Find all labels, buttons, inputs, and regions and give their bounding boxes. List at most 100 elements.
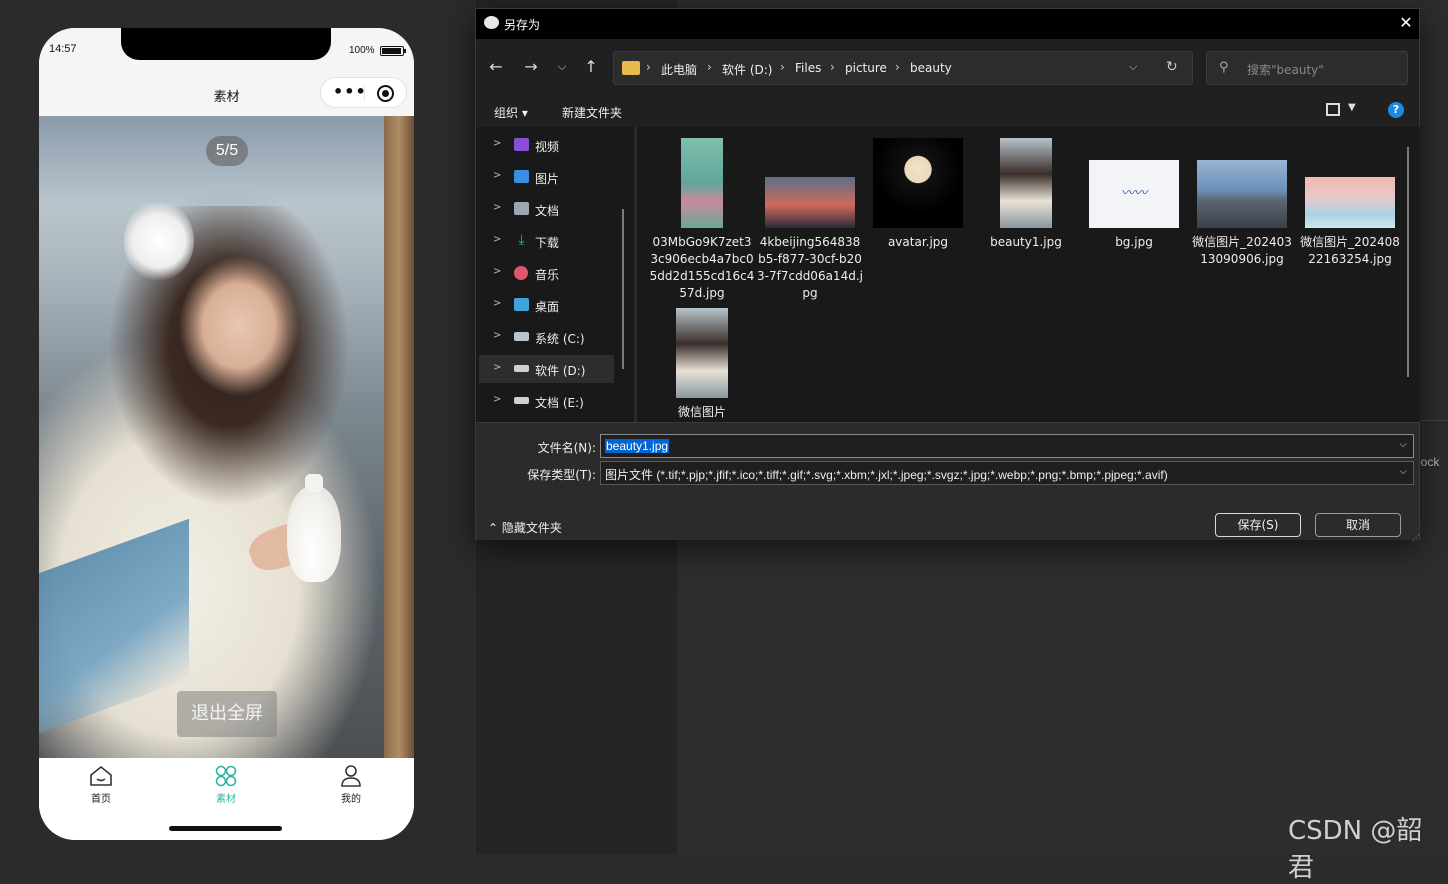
save-button[interactable]: 保存(S) — [1215, 513, 1301, 537]
tree-item-music[interactable]: > 音乐 — [479, 259, 614, 287]
breadcrumb-this-pc[interactable]: 此电脑 — [661, 61, 697, 78]
photo-pillar — [384, 116, 414, 758]
filetype-dropdown-icon[interactable]: ⌵ — [1399, 466, 1407, 477]
help-icon[interactable]: ? — [1388, 102, 1404, 118]
exit-fullscreen-button[interactable]: 退出全屏 — [177, 691, 277, 737]
filename-value[interactable]: beauty1.jpg — [605, 439, 670, 453]
new-folder-button[interactable]: 新建文件夹 — [562, 104, 622, 121]
grid-icon — [215, 765, 237, 787]
file-thumbnail — [1000, 138, 1052, 228]
tree-item-documents[interactable]: > 文档 — [479, 195, 614, 223]
view-mode-icon[interactable] — [1326, 103, 1340, 116]
tree-item-videos[interactable]: > 视频 — [479, 131, 614, 159]
command-bar: 组织 ▾ 新建文件夹 ▼ ? — [476, 95, 1419, 127]
tab-mine[interactable]: 我的 — [321, 764, 381, 805]
recent-locations-chevron-icon[interactable]: ⌵ — [552, 57, 572, 77]
search-icon: ⚲ — [1219, 60, 1229, 75]
back-arrow-icon[interactable]: ← — [486, 57, 506, 77]
refresh-icon[interactable]: ↻ — [1166, 59, 1178, 75]
filetype-value: 图片文件 (*.tif;*.pjp;*.jfif;*.ico;*.tiff;*.… — [605, 468, 1168, 482]
tree-item-label: 视频 — [535, 140, 560, 154]
file-item[interactable]: beauty1.jpg — [973, 138, 1079, 251]
expand-chevron-icon[interactable]: > — [493, 362, 501, 373]
tab-home-label: 首页 — [91, 794, 111, 805]
tree-item-drive-d[interactable]: > 软件 (D:) — [479, 355, 614, 383]
expand-chevron-icon[interactable]: > — [493, 234, 501, 245]
phone-notch — [121, 28, 331, 60]
expand-chevron-icon[interactable]: > — [493, 138, 501, 149]
file-list: 03MbGo9K7zet33c906ecb4a7bc05dd2d155cd16c… — [637, 127, 1420, 422]
tree-item-desktop[interactable]: > 桌面 — [479, 291, 614, 319]
save-as-dialog: 另存为 ✕ ← → ⌵ ↑ › 此电脑 › 软件 (D:) › Files › … — [475, 8, 1420, 542]
photo-sleeve — [39, 518, 189, 734]
breadcrumb-separator: › — [830, 60, 835, 74]
view-dropdown-icon[interactable]: ▼ — [1348, 102, 1356, 113]
image-icon — [514, 170, 529, 183]
tree-item-downloads[interactable]: > ⤓ 下载 — [479, 227, 614, 255]
expand-chevron-icon[interactable]: > — [493, 298, 501, 309]
file-name: beauty1.jpg — [990, 235, 1062, 249]
file-list-scrollbar[interactable] — [1407, 147, 1409, 377]
tree-item-label: 文档 (E:) — [535, 396, 584, 410]
image-counter: 5/5 — [206, 136, 248, 166]
file-item[interactable]: 微信图片 — [649, 308, 755, 421]
breadcrumb-picture[interactable]: picture — [845, 61, 887, 75]
close-button[interactable]: ✕ — [1396, 13, 1416, 33]
hide-folders-toggle[interactable]: ⌃ 隐藏文件夹 — [488, 519, 562, 536]
tree-item-label: 桌面 — [535, 300, 560, 314]
filename-dropdown-icon[interactable]: ⌵ — [1399, 439, 1407, 450]
dialog-title: 另存为 — [504, 18, 541, 32]
cancel-button[interactable]: 取消 — [1315, 513, 1401, 537]
filetype-select[interactable]: 图片文件 (*.tif;*.pjp;*.jfif;*.ico;*.tiff;*.… — [600, 461, 1414, 485]
forward-arrow-icon[interactable]: → — [521, 57, 541, 77]
organize-button[interactable]: 组织 ▾ — [494, 104, 528, 121]
file-item[interactable]: 〰〰 bg.jpg — [1081, 138, 1187, 251]
filename-label: 文件名(N): — [537, 441, 596, 455]
wechat-icon — [484, 16, 499, 29]
tab-home[interactable]: 首页 — [71, 764, 131, 805]
breadcrumb-files[interactable]: Files — [795, 61, 821, 75]
breadcrumb-beauty[interactable]: beauty — [910, 61, 952, 75]
expand-chevron-icon[interactable]: > — [493, 330, 501, 341]
file-thumbnail — [1305, 177, 1395, 228]
address-dropdown-icon[interactable]: ⌵ — [1129, 60, 1137, 74]
tree-item-label: 图片 — [535, 172, 560, 186]
search-box[interactable]: ⚲ 搜索"beauty" — [1206, 51, 1408, 85]
home-icon — [90, 765, 112, 786]
save-options-panel: 文件名(N): beauty1.jpg ⌵ 保存类型(T): 图片文件 (*.t… — [476, 422, 1420, 542]
tree-item-label: 下载 — [535, 236, 560, 250]
search-placeholder: 搜索"beauty" — [1247, 63, 1324, 77]
expand-chevron-icon[interactable]: > — [493, 266, 501, 277]
file-item[interactable]: 4kbeijing564838b5-f877-30cf-b203-7f7cdd0… — [757, 138, 863, 302]
resize-grip-icon[interactable]: ⋰ — [1412, 533, 1420, 542]
navigation-row: ← → ⌵ ↑ › 此电脑 › 软件 (D:) › Files › pictur… — [476, 39, 1419, 95]
file-name: 微信图片_20240313090906.jpg — [1192, 235, 1292, 266]
file-item[interactable]: 微信图片_20240822163254.jpg — [1297, 138, 1403, 268]
up-arrow-icon[interactable]: ↑ — [581, 57, 601, 77]
expand-chevron-icon[interactable]: > — [493, 202, 501, 213]
file-item[interactable]: 03MbGo9K7zet33c906ecb4a7bc05dd2d155cd16c… — [649, 138, 755, 302]
navigation-scrollbar[interactable] — [622, 209, 624, 369]
tree-item-pictures[interactable]: > 图片 — [479, 163, 614, 191]
tab-material-label: 素材 — [216, 794, 236, 805]
file-item[interactable]: 微信图片_20240313090906.jpg — [1189, 138, 1295, 268]
file-item[interactable]: avatar.jpg — [865, 138, 971, 251]
breadcrumb-separator: › — [895, 60, 900, 74]
user-icon — [341, 765, 361, 787]
dialog-titlebar: 另存为 ✕ — [476, 9, 1419, 39]
breadcrumb-drive-d[interactable]: 软件 (D:) — [722, 61, 772, 78]
file-thumbnail — [681, 138, 723, 228]
tree-item-drive-c[interactable]: > 系统 (C:) — [479, 323, 614, 351]
filename-input[interactable]: beauty1.jpg ⌵ — [600, 434, 1414, 458]
menu-capsule[interactable]: ••• — [320, 77, 407, 108]
expand-chevron-icon[interactable]: > — [493, 170, 501, 181]
close-mini-program-icon[interactable] — [377, 85, 394, 102]
tab-material[interactable]: 素材 — [196, 764, 256, 805]
organize-dropdown-icon: ▾ — [521, 106, 528, 120]
more-icon[interactable]: ••• — [333, 84, 367, 100]
fullscreen-photo[interactable]: 5/5 退出全屏 — [39, 116, 414, 758]
expand-chevron-icon[interactable]: > — [493, 394, 501, 405]
address-bar[interactable]: › 此电脑 › 软件 (D:) › Files › picture › beau… — [613, 51, 1193, 85]
side-panel-text: lock — [1418, 455, 1440, 469]
tree-item-drive-e[interactable]: > 文档 (E:) — [479, 387, 614, 415]
